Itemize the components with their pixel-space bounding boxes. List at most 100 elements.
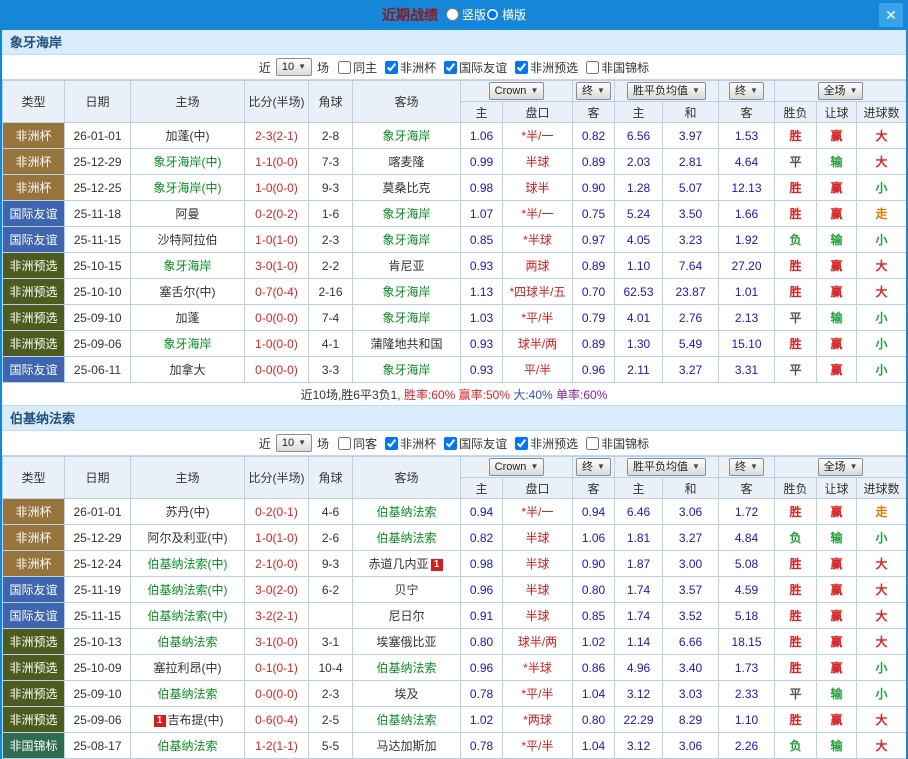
layout-radio-group: 竖版 横版 xyxy=(445,6,526,24)
match-count-select[interactable]: 10 ▼ xyxy=(275,434,313,452)
layout-radio[interactable] xyxy=(486,8,499,21)
games-label: 场 xyxy=(317,436,330,451)
odds-company-select[interactable]: Crown ▼ xyxy=(488,458,545,476)
final-odds-select[interactable]: 终 ▼ xyxy=(576,82,611,100)
team-name: 伯基纳法索 xyxy=(2,406,906,431)
handicap-cell: *半球 xyxy=(502,654,573,681)
final-odds-select[interactable]: 终 ▼ xyxy=(576,458,611,476)
avg-win-cell: 6.46 xyxy=(614,498,663,525)
handicap-result-cell: 赢 xyxy=(816,550,858,577)
filter-checkbox[interactable] xyxy=(515,60,529,74)
avg-loss-cell: 1.73 xyxy=(718,654,776,681)
fulltime-select[interactable]: 全场 ▼ xyxy=(817,458,864,476)
result-cell: 胜 xyxy=(774,706,818,733)
match-row: 非洲杯 25-12-29 阿尔及利亚(中) 1-0(1-0) 2-6 伯基纳法索 0.82 半… xyxy=(2,524,906,551)
avg-loss-cell: 2.26 xyxy=(718,732,776,759)
away-team-cell: 莫桑比克 xyxy=(352,174,461,201)
col-odds-away: 客 xyxy=(572,101,615,123)
red-card-badge: 1 xyxy=(430,559,443,571)
home-team-cell: 象牙海岸 xyxy=(130,252,245,279)
odds-away-cell: 0.90 xyxy=(572,174,615,201)
match-row: 非洲预选 25-10-09 塞拉利昂(中) 0-1(0-1) 10-4 伯基纳法索 0.96… xyxy=(2,654,906,681)
wdl-avg-select[interactable]: 胜平负均值 ▼ xyxy=(627,458,706,476)
filter-option[interactable]: 非洲预选 xyxy=(515,435,578,452)
odds-company-select[interactable]: Crown ▼ xyxy=(488,82,545,100)
close-icon[interactable]: ✕ xyxy=(879,3,903,27)
chevron-down-icon: ▼ xyxy=(849,86,858,95)
away-team-cell: 肯尼亚 xyxy=(352,252,461,279)
handicap-cell: 半球 xyxy=(502,602,573,629)
filter-checkbox[interactable] xyxy=(515,436,529,450)
odds-home-cell: 1.13 xyxy=(460,278,503,305)
match-type: 国际友谊 xyxy=(2,576,65,603)
avg-loss-cell: 4.64 xyxy=(718,148,776,175)
avg-draw-cell: 6.66 xyxy=(661,628,720,655)
team-name-text: 埃及 xyxy=(394,687,419,701)
col-handicap: 盘口 xyxy=(502,477,573,499)
match-count-select[interactable]: 10 ▼ xyxy=(275,58,313,76)
filter-option[interactable]: 国际友谊 xyxy=(444,59,507,76)
layout-option-1[interactable]: 横版 xyxy=(486,6,526,23)
score-cell: 3-0(1-0) xyxy=(244,252,309,279)
filter-checkbox[interactable] xyxy=(586,60,600,74)
filter-option[interactable]: 国际友谊 xyxy=(444,435,507,452)
team-name-text: 伯基纳法索 xyxy=(376,531,437,545)
match-date: 25-10-15 xyxy=(64,252,131,279)
match-date: 25-12-29 xyxy=(64,148,131,175)
fulltime-select[interactable]: 全场 ▼ xyxy=(817,82,864,100)
final-avg-select[interactable]: 终 ▼ xyxy=(729,82,764,100)
col-odds-home: 主 xyxy=(460,101,503,123)
results-table: 类型 日期 主场 比分(半场) 角球 客场 Crown ▼ 终 ▼ 胜平负均值 ▼ 终… xyxy=(2,456,906,759)
handicap-cell: 半球 xyxy=(502,550,573,577)
filter-checkbox[interactable] xyxy=(444,60,458,74)
avg-draw-cell: 2.76 xyxy=(661,304,720,331)
home-team-cell: 阿曼 xyxy=(130,200,245,227)
filter-option[interactable]: 非洲杯 xyxy=(385,59,436,76)
odds-home-cell: 0.80 xyxy=(460,628,503,655)
final-odds-header: 终 ▼ xyxy=(572,456,615,478)
handicap-result-cell: 赢 xyxy=(816,330,858,357)
match-type: 国际友谊 xyxy=(2,200,65,227)
filter-checkbox[interactable] xyxy=(444,436,458,450)
odds-away-cell: 0.94 xyxy=(572,498,615,525)
team-name-text: 塞舌尔(中) xyxy=(159,285,216,299)
avg-win-cell: 6.56 xyxy=(614,122,663,149)
corner-cell: 2-3 xyxy=(308,680,353,707)
filter-option[interactable]: 非国锦标 xyxy=(586,59,649,76)
filter-option[interactable]: 非国锦标 xyxy=(586,435,649,452)
avg-win-cell: 1.14 xyxy=(614,628,663,655)
layout-option-0[interactable]: 竖版 xyxy=(445,6,486,23)
wdl-avg-select[interactable]: 胜平负均值 ▼ xyxy=(627,82,706,100)
goals-result-cell: 小 xyxy=(856,304,906,331)
filter-checkbox[interactable] xyxy=(586,436,600,450)
filter-option[interactable]: 同客 xyxy=(338,435,377,452)
match-date: 25-12-24 xyxy=(64,550,131,577)
final-avg-select[interactable]: 终 ▼ xyxy=(729,458,764,476)
match-type: 非洲预选 xyxy=(2,252,65,279)
odds-away-cell: 0.89 xyxy=(572,148,615,175)
away-team-cell: 象牙海岸 xyxy=(352,200,461,227)
layout-radio[interactable] xyxy=(445,8,459,21)
team-name-text: 赤道几内亚 xyxy=(368,557,429,571)
filter-option[interactable]: 非洲杯 xyxy=(385,435,436,452)
home-team-cell: 1 吉布提(中) xyxy=(130,706,245,733)
match-row: 非洲预选 25-09-10 伯基纳法索 0-0(0-0) 2-3 埃及 0.78 *平/半 1.… xyxy=(2,680,906,707)
home-team-cell: 伯基纳法索(中) xyxy=(130,576,245,603)
filter-checkbox[interactable] xyxy=(385,436,399,450)
corner-cell: 2-2 xyxy=(308,252,353,279)
odds-home-cell: 0.96 xyxy=(460,654,503,681)
wdl-avg-header: 胜平负均值 ▼ xyxy=(613,456,720,478)
filter-option[interactable]: 非洲预选 xyxy=(515,59,578,76)
window-title: 近期战绩 xyxy=(381,7,438,23)
filter-checkbox[interactable] xyxy=(385,60,399,74)
filter-checkbox[interactable] xyxy=(338,60,352,74)
filter-option[interactable]: 同主 xyxy=(338,59,377,76)
handicap-cell: *半/一 xyxy=(502,498,573,525)
handicap-cell: *四球半/五 xyxy=(502,278,573,305)
recent-results-window: 近期战绩 竖版 横版 ✕ 象牙海岸 近 10 ▼ 场 同主 非洲杯 国际友谊 非洲预选 非国… xyxy=(0,0,908,759)
avg-loss-cell: 5.08 xyxy=(718,550,776,577)
team-name-text: 伯基纳法索 xyxy=(376,505,437,519)
filter-checkbox[interactable] xyxy=(338,436,352,450)
handicap-result-cell: 赢 xyxy=(816,576,858,603)
odds-home-cell: 0.98 xyxy=(460,174,503,201)
